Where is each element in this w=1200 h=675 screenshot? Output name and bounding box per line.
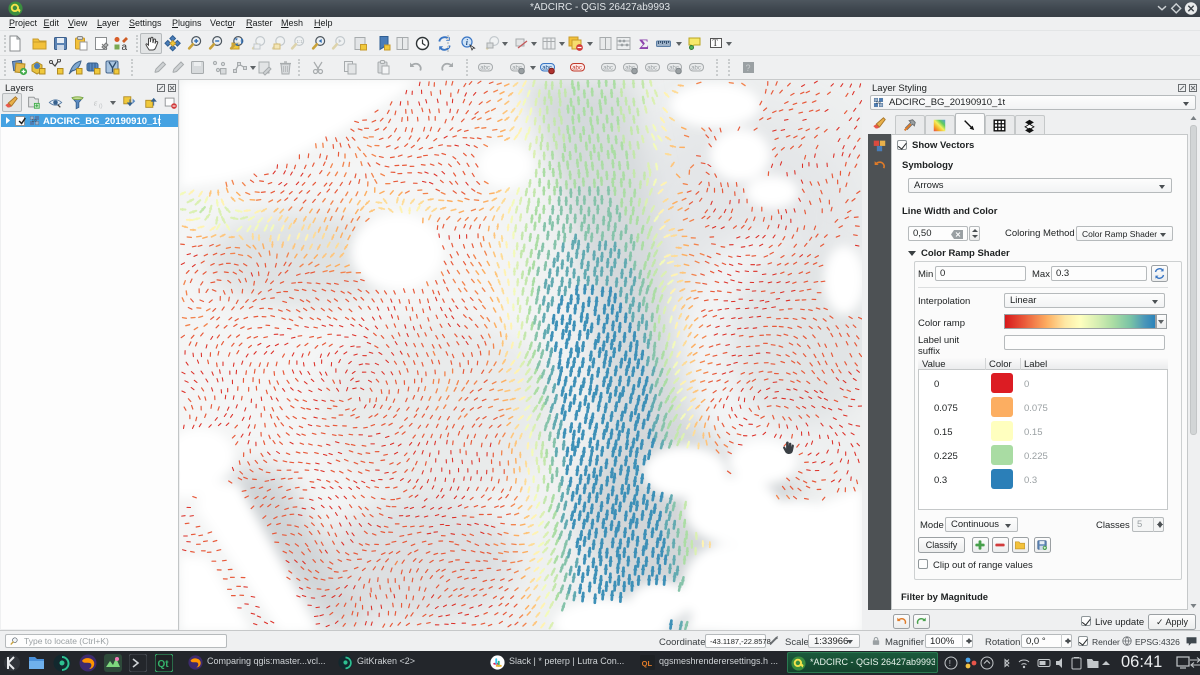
svg-text:19: 19	[876, 100, 882, 105]
svg-text:abc: abc	[480, 66, 490, 72]
svg-text:Σ: Σ	[639, 37, 649, 52]
svg-text:abc: abc	[572, 66, 582, 72]
svg-text:a: a	[122, 42, 128, 52]
svg-text:abc: abc	[691, 66, 701, 72]
svg-text:(): ()	[99, 103, 103, 109]
svg-text:?: ?	[746, 63, 751, 73]
svg-text:1:1: 1:1	[297, 39, 304, 44]
svg-text:abc: abc	[647, 66, 657, 72]
svg-text:Qt: Qt	[158, 659, 170, 670]
svg-text:T: T	[713, 38, 719, 48]
svg-text:abc: abc	[603, 66, 613, 72]
svg-text:!: !	[949, 659, 951, 668]
svg-text:19: 19	[32, 118, 38, 123]
svg-text:ε: ε	[94, 98, 98, 108]
svg-text:QL: QL	[642, 659, 653, 668]
